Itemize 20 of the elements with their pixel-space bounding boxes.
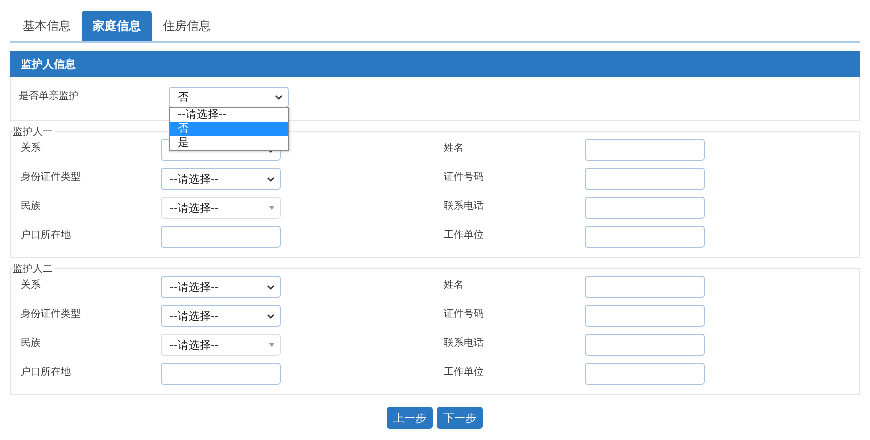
field-label: 证件号码 (444, 171, 485, 185)
field-label: 联系电话 (444, 336, 485, 351)
field-label: 民族 (21, 336, 42, 351)
field-label: 户口所在地 (21, 366, 72, 380)
field-label: 身份证件类型 (21, 170, 82, 185)
fieldset-legend: 监护人二 (13, 262, 55, 276)
field-label: 身份证件类型 (21, 308, 82, 322)
field-label: 工作单位 (444, 228, 485, 243)
field-label: 关系 (21, 278, 42, 293)
field-label: 是否单亲监护 (19, 90, 80, 104)
field-label: 联系电话 (444, 200, 485, 214)
field-label: 证件号码 (444, 308, 485, 322)
field-label: 姓名 (444, 279, 465, 293)
panel-title: 监护人信息 (21, 56, 76, 72)
field-label: 关系 (21, 142, 42, 156)
field-label: 工作单位 (444, 366, 485, 380)
field-label: 姓名 (444, 142, 465, 156)
field-label: 民族 (21, 200, 42, 214)
fieldset-legend: 监护人一 (13, 125, 55, 139)
field-label: 户口所在地 (21, 228, 72, 243)
